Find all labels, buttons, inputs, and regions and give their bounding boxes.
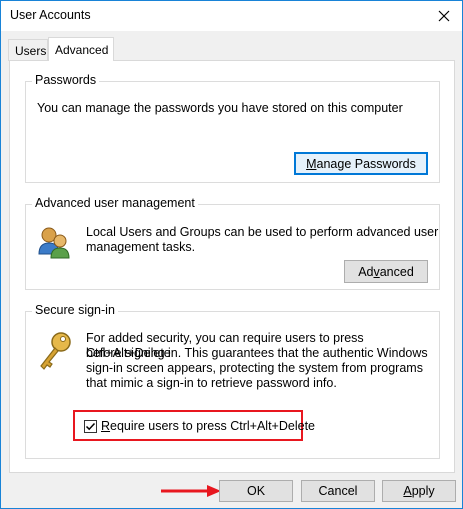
window-title: User Accounts (10, 8, 91, 22)
ok-button-label: OK (246, 484, 266, 498)
passwords-group: Passwords You can manage the passwords y… (25, 73, 440, 183)
user-mgmt-description-line1: Local Users and Groups can be used to pe… (86, 225, 439, 239)
tab-users-label: Users (15, 43, 47, 58)
secure-sign-in-group: Secure sign-in For added security, you c… (25, 303, 440, 459)
secure-sign-in-line3: sign-in screen appears, protecting the s… (86, 361, 423, 375)
manage-passwords-button[interactable]: Manage Passwords (294, 152, 428, 175)
passwords-description: You can manage the passwords you have st… (37, 101, 403, 115)
require-ctrl-alt-delete-checkbox[interactable] (84, 420, 97, 433)
tab-advanced-label: Advanced (55, 42, 109, 57)
require-label-ul: R (101, 419, 111, 433)
require-ctrl-alt-delete-label[interactable]: Require users to press Ctrl+Alt+Delete (101, 419, 315, 434)
red-arrow-icon (161, 485, 221, 497)
close-button[interactable] (434, 6, 454, 26)
user-accounts-window: User Accounts Users Advanced Passwords Y… (0, 0, 463, 509)
secure-sign-in-line4: that mimic a sign-in to retrieve passwor… (86, 376, 337, 390)
tab-users[interactable]: Users (8, 39, 48, 61)
ok-button[interactable]: OK (219, 480, 293, 502)
apply-button-label-post: pply (411, 484, 435, 498)
advanced-user-management-group: Advanced user management Local Users and… (25, 196, 440, 290)
advanced-user-management-title: Advanced user management (32, 196, 198, 210)
advanced-button-label-pre: Ad (358, 264, 374, 279)
tab-advanced[interactable]: Advanced (48, 37, 114, 61)
cancel-button-label: Cancel (318, 484, 358, 498)
users-icon (38, 227, 70, 259)
require-label-post: equire users to press Ctrl+Alt+Delete (110, 419, 315, 433)
advanced-button[interactable]: Ad v anced (344, 260, 428, 283)
checkmark-icon (85, 422, 96, 431)
close-icon (438, 10, 450, 22)
secure-sign-in-line2: before signing in. This guarantees that … (86, 346, 428, 360)
passwords-group-title: Passwords (32, 73, 100, 87)
manage-passwords-label-ul: M (306, 156, 317, 171)
advanced-tab-panel: Passwords You can manage the passwords y… (9, 60, 455, 473)
apply-button-label-ul: A (403, 484, 412, 498)
secure-sign-in-title: Secure sign-in (32, 303, 118, 317)
manage-passwords-label: anage Passwords (316, 156, 416, 171)
title-bar: User Accounts (1, 1, 462, 31)
apply-button[interactable]: Apply (382, 480, 456, 502)
advanced-button-label-post: anced (379, 264, 414, 279)
cancel-button[interactable]: Cancel (301, 480, 375, 502)
key-icon (40, 332, 71, 370)
user-mgmt-description-line2: management tasks. (86, 240, 196, 254)
